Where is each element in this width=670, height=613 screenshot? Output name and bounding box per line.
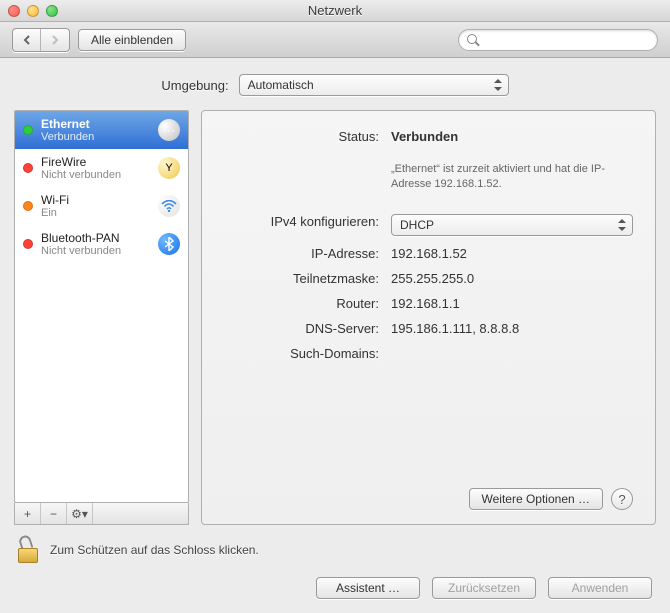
toolbar: Alle einblenden — [0, 22, 670, 58]
interface-name: FireWire — [41, 155, 150, 169]
nav-segmented — [12, 28, 70, 52]
wifi-icon — [158, 195, 180, 217]
ip-address-value: 192.168.1.52 — [391, 246, 633, 261]
bluetooth-icon — [158, 233, 180, 255]
status-label: Status: — [224, 129, 379, 144]
interface-item-ethernet[interactable]: Ethernet Verbunden ⋯ — [15, 111, 188, 149]
bottom-button-bar: Assistent … Zurücksetzen Anwenden — [14, 577, 656, 599]
interface-name: Ethernet — [41, 117, 150, 131]
lock-text: Zum Schützen auf das Schloss klicken. — [50, 543, 259, 557]
apply-button-label: Anwenden — [572, 581, 629, 595]
status-dot-green-icon — [23, 125, 33, 135]
help-button[interactable]: ? — [611, 488, 633, 510]
interface-list: Ethernet Verbunden ⋯ FireWire Nicht verb… — [14, 110, 189, 503]
assistant-button[interactable]: Assistent … — [316, 577, 420, 599]
dns-server-value: 195.186.1.111, 8.8.8.8 — [391, 321, 633, 336]
status-value: Verbunden — [391, 129, 633, 144]
help-icon: ? — [618, 492, 625, 507]
environment-label: Umgebung: — [161, 78, 228, 93]
ipv4-config-value: DHCP — [400, 218, 434, 232]
minus-icon: − — [50, 507, 57, 521]
subnet-mask-label: Teilnetzmaske: — [224, 271, 379, 286]
environment-popup[interactable]: Automatisch — [239, 74, 509, 96]
search-input[interactable] — [485, 33, 649, 47]
interface-status: Verbunden — [41, 131, 150, 143]
firewire-icon: Y — [158, 157, 180, 179]
assistant-button-label: Assistent … — [336, 581, 400, 595]
status-description: „Ethernet“ ist zurzeit aktiviert und hat… — [391, 162, 633, 192]
environment-value: Automatisch — [248, 78, 314, 92]
interface-status: Nicht verbunden — [41, 169, 150, 181]
environment-row: Umgebung: Automatisch — [14, 74, 656, 96]
search-domains-value — [391, 346, 633, 361]
interface-list-footer: + − ⚙︎▾ — [14, 503, 189, 525]
ipv4-config-popup[interactable]: DHCP — [391, 214, 633, 236]
back-button[interactable] — [13, 29, 41, 51]
apply-button[interactable]: Anwenden — [548, 577, 652, 599]
action-menu-button[interactable]: ⚙︎▾ — [67, 503, 93, 524]
ethernet-icon: ⋯ — [158, 119, 180, 141]
lock-icon[interactable] — [18, 537, 40, 563]
interface-name: Wi-Fi — [41, 193, 150, 207]
add-interface-button[interactable]: + — [15, 503, 41, 524]
remove-interface-button[interactable]: − — [41, 503, 67, 524]
plus-icon: + — [24, 507, 31, 521]
show-all-button[interactable]: Alle einblenden — [78, 29, 186, 51]
advanced-button[interactable]: Weitere Optionen … — [469, 488, 604, 510]
status-dot-red-icon — [23, 239, 33, 249]
search-icon — [467, 34, 479, 46]
lock-row: Zum Schützen auf das Schloss klicken. — [14, 537, 656, 563]
advanced-button-label: Weitere Optionen … — [482, 492, 591, 506]
forward-button[interactable] — [41, 29, 69, 51]
dns-server-label: DNS-Server: — [224, 321, 379, 336]
interface-item-bluetooth-pan[interactable]: Bluetooth-PAN Nicht verbunden — [15, 225, 188, 263]
interface-name: Bluetooth-PAN — [41, 231, 150, 245]
revert-button-label: Zurücksetzen — [448, 581, 520, 595]
interface-item-firewire[interactable]: FireWire Nicht verbunden Y — [15, 149, 188, 187]
status-dot-red-icon — [23, 163, 33, 173]
revert-button[interactable]: Zurücksetzen — [432, 577, 536, 599]
router-value: 192.168.1.1 — [391, 296, 633, 311]
detail-pane: Status: Verbunden „Ethernet“ ist zurzeit… — [201, 110, 656, 525]
ipv4-config-label: IPv4 konfigurieren: — [224, 214, 379, 236]
status-dot-amber-icon — [23, 201, 33, 211]
router-label: Router: — [224, 296, 379, 311]
titlebar: Netzwerk — [0, 0, 670, 22]
interface-status: Nicht verbunden — [41, 245, 150, 257]
ip-address-label: IP-Adresse: — [224, 246, 379, 261]
interface-item-wifi[interactable]: Wi-Fi Ein — [15, 187, 188, 225]
search-domains-label: Such-Domains: — [224, 346, 379, 361]
gear-icon: ⚙︎▾ — [71, 507, 88, 521]
interface-status: Ein — [41, 207, 150, 219]
window-title: Netzwerk — [0, 3, 670, 18]
search-field[interactable] — [458, 29, 658, 51]
subnet-mask-value: 255.255.255.0 — [391, 271, 633, 286]
show-all-label: Alle einblenden — [91, 33, 173, 47]
